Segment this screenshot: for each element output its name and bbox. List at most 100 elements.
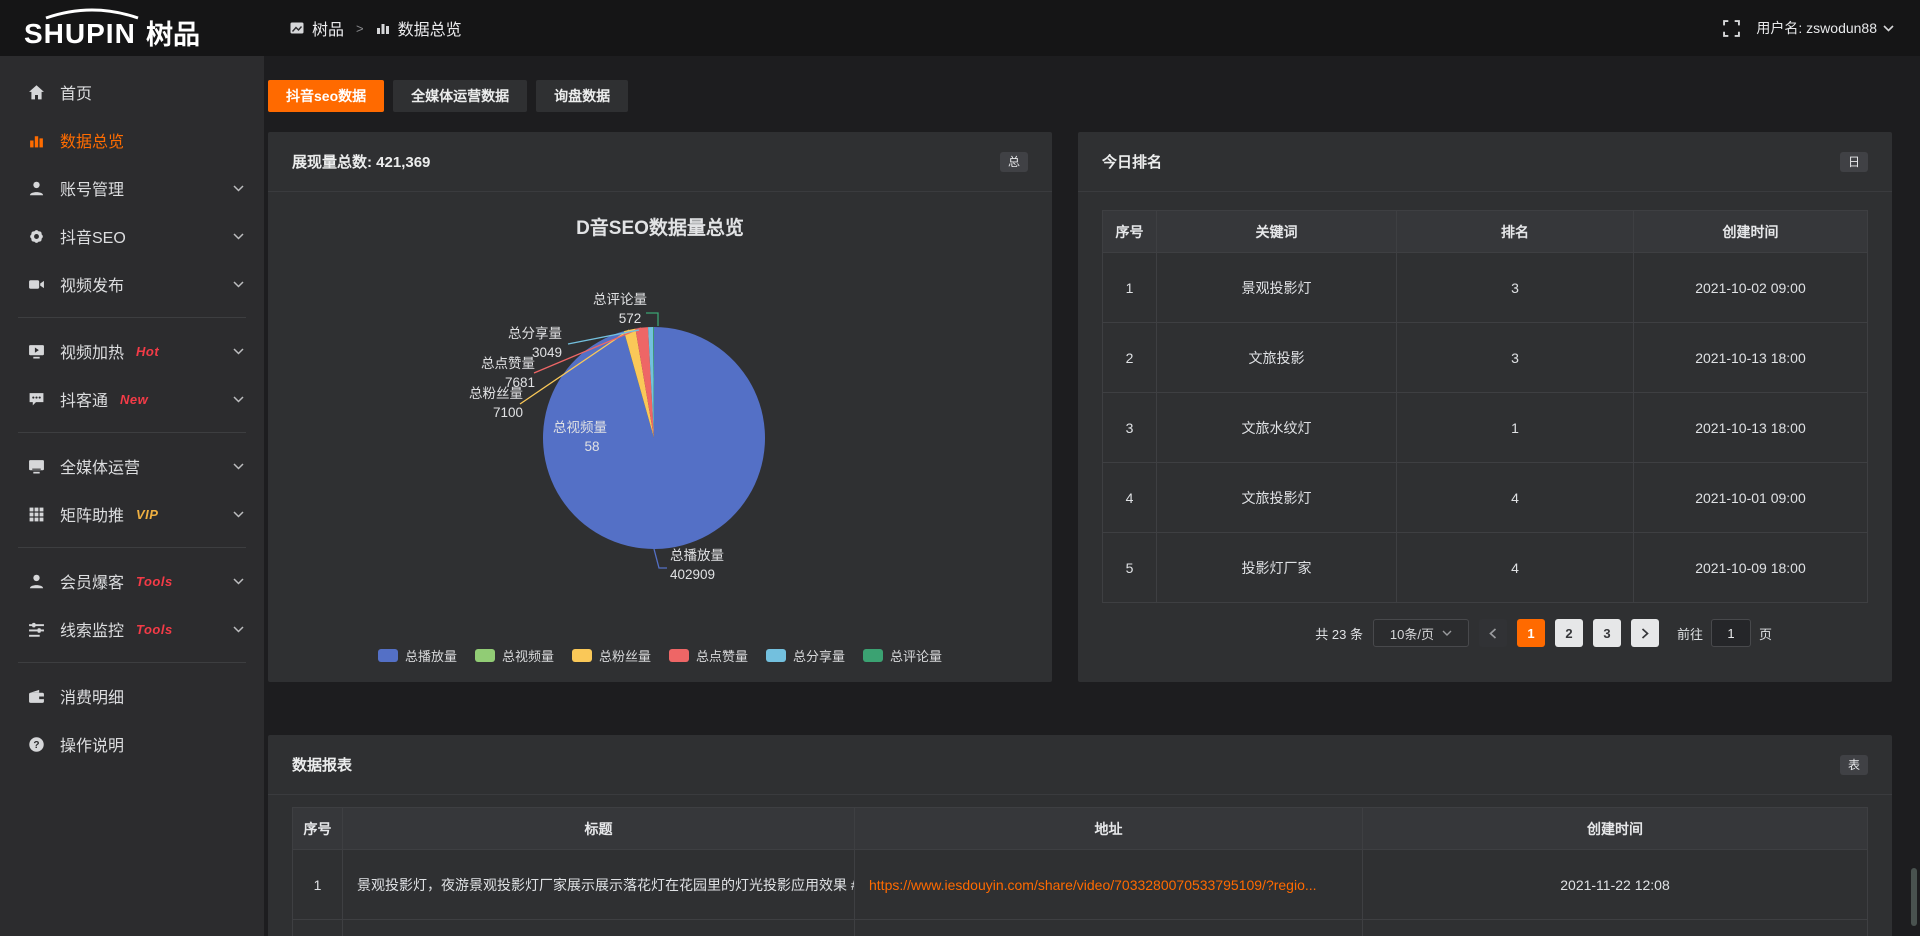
page-size-value: 10条/页 [1390, 624, 1434, 643]
legend-label: 总点赞量 [696, 646, 748, 665]
sidebar-item-video-publish[interactable]: 视频发布 [0, 260, 264, 308]
cell-url: https://www.iesdouyin.com/share/video/70… [855, 850, 1363, 920]
chevron-down-icon [1442, 630, 1452, 636]
ranking-panel: 今日排名 日 序号 关键词 排名 创建时间 [1078, 132, 1892, 682]
chart-panel: 展现量总数: 421,369 总 D音SEO数据量总览总播放量402909总视频… [268, 132, 1052, 682]
sidebar-item-label: 操作说明 [60, 732, 124, 756]
tab-omnimedia-data[interactable]: 全媒体运营数据 [393, 80, 527, 112]
total-badge-button[interactable]: 总 [1000, 152, 1028, 172]
sidebar-item-douyin-seo[interactable]: 抖音SEO [0, 212, 264, 260]
page-button-2[interactable]: 2 [1555, 619, 1583, 647]
sidebar-item-matrix-boost[interactable]: 矩阵助推 VIP [0, 490, 264, 538]
legend-swatch [669, 649, 689, 662]
sidebar-item-video-heat[interactable]: 视频加热 Hot [0, 327, 264, 375]
legend-item[interactable]: 总播放量 [378, 646, 457, 665]
legend-item[interactable]: 总评论量 [863, 646, 942, 665]
legend-item[interactable]: 总分享量 [766, 646, 845, 665]
chevron-down-icon [1883, 25, 1894, 32]
home-icon [26, 84, 46, 101]
cell-url [855, 920, 1363, 936]
grid-icon [26, 506, 46, 523]
sidebar-item-omnimedia[interactable]: 全媒体运营 [0, 442, 264, 490]
page-button-1[interactable]: 1 [1517, 619, 1545, 647]
sidebar-item-member-baoke[interactable]: 会员爆客 Tools [0, 557, 264, 605]
page-size-select[interactable]: 10条/页 [1373, 619, 1469, 647]
video-link[interactable]: https://www.iesdouyin.com/share/video/70… [869, 877, 1317, 893]
report-panel-header: 数据报表 表 [268, 735, 1892, 795]
cell-keyword: 文旅投影灯 [1157, 463, 1397, 533]
sidebar-item-lead-monitor[interactable]: 线索监控 Tools [0, 605, 264, 653]
breadcrumb-root[interactable]: 树品 [312, 16, 344, 40]
chart-panel-header: 展现量总数: 421,369 总 [268, 132, 1052, 192]
fullscreen-icon[interactable] [1723, 20, 1740, 37]
sidebar-item-consumption[interactable]: 消费明细 [0, 672, 264, 720]
cell-created: 2021-10-02 09:00 [1634, 253, 1868, 323]
next-page-button[interactable] [1631, 619, 1659, 647]
pie-label-value: 3049 [532, 345, 562, 360]
col-header-keyword: 关键词 [1157, 211, 1397, 253]
table-row: 3 文旅水纹灯 1 2021-10-13 18:00 [1103, 393, 1868, 463]
impressions-total: 展现量总数: 421,369 [292, 151, 430, 172]
tab-inquiry-data[interactable]: 询盘数据 [536, 80, 628, 112]
legend-label: 总视频量 [502, 646, 554, 665]
legend-item[interactable]: 总视频量 [475, 646, 554, 665]
pie-label-name: 总点赞量 [481, 356, 535, 371]
table-row: 1 景观投影灯 3 2021-10-02 09:00 [1103, 253, 1868, 323]
goto-page-input[interactable] [1711, 619, 1751, 647]
svg-text:?: ? [33, 740, 39, 751]
sidebar-item-douketong[interactable]: 抖客通 New [0, 375, 264, 423]
sidebar-item-home[interactable]: 首页 [0, 68, 264, 116]
legend-item[interactable]: 总点赞量 [669, 646, 748, 665]
legend-item[interactable]: 总粉丝量 [572, 646, 651, 665]
report-panel: 数据报表 表 序号 标题 地址 创建时间 [268, 735, 1892, 936]
pie-label-value: 7100 [493, 405, 523, 420]
chevron-down-icon [233, 281, 244, 288]
scrollbar-thumb[interactable] [1911, 868, 1917, 926]
sidebar-divider [18, 547, 246, 548]
cell-created: 2021-10-13 18:00 [1634, 393, 1868, 463]
cell-keyword: 投影灯厂家 [1157, 533, 1397, 603]
sidebar-item-account[interactable]: 账号管理 [0, 164, 264, 212]
table-row: 4 文旅投影灯 4 2021-10-01 09:00 [1103, 463, 1868, 533]
pie-label-name: 总视频量 [553, 420, 607, 435]
cell-keyword: 文旅投影 [1157, 323, 1397, 393]
question-circle-icon: ? [26, 736, 46, 753]
chevron-down-icon [233, 396, 244, 403]
breadcrumb-root-icon [290, 21, 304, 35]
sidebar-item-label: 账号管理 [60, 176, 124, 200]
cell-index: 1 [1103, 253, 1157, 323]
cell-keyword: 景观投影灯 [1157, 253, 1397, 323]
cell-index: 4 [1103, 463, 1157, 533]
prev-page-button[interactable] [1479, 619, 1507, 647]
report-title: 数据报表 [292, 754, 352, 775]
wallet-icon [26, 688, 46, 705]
chevron-down-icon [233, 578, 244, 585]
page-button-3[interactable]: 3 [1593, 619, 1621, 647]
new-badge: New [120, 392, 148, 407]
vip-badge: VIP [136, 507, 158, 522]
gear-icon [26, 228, 46, 245]
label-line [654, 549, 667, 568]
goto-unit: 页 [1759, 624, 1772, 643]
breadcrumb-current[interactable]: 数据总览 [398, 16, 462, 40]
main-content: 抖音seo数据 全媒体运营数据 询盘数据 展现量总数: 421,369 总 D音… [264, 56, 1920, 936]
sidebar-divider [18, 317, 246, 318]
day-badge-button[interactable]: 日 [1840, 152, 1868, 172]
user-menu[interactable]: 用户名: zswodun88 [1756, 18, 1894, 38]
legend-swatch [572, 649, 592, 662]
tab-douyin-seo[interactable]: 抖音seo数据 [268, 80, 384, 112]
table-badge-button[interactable]: 表 [1840, 755, 1868, 775]
table-header-row: 序号 关键词 排名 创建时间 [1103, 211, 1868, 253]
app-root: SHUPIN 树品 树品 > 数据总览 用户名: zswodun88 [0, 0, 1920, 936]
pie-chart: D音SEO数据量总览总播放量402909总视频量58总粉丝量7100总点赞量76… [268, 192, 1052, 681]
hot-badge: Hot [136, 344, 159, 359]
monitor-play-icon [26, 343, 46, 360]
cell-created: 2021-10-01 09:00 [1634, 463, 1868, 533]
cell-rank: 4 [1397, 533, 1634, 603]
sidebar-item-label: 首页 [60, 80, 92, 104]
sidebar-item-instructions[interactable]: ? 操作说明 [0, 720, 264, 768]
sidebar-item-data-overview[interactable]: 数据总览 [0, 116, 264, 164]
table-row: 1 景观投影灯，夜游景观投影灯厂家展示展示落花灯在花园里的灯光投影应用效果 # … [293, 850, 1868, 920]
sidebar-item-label: 会员爆客 [60, 569, 124, 593]
cell-created: 2021-10-13 18:00 [1634, 323, 1868, 393]
